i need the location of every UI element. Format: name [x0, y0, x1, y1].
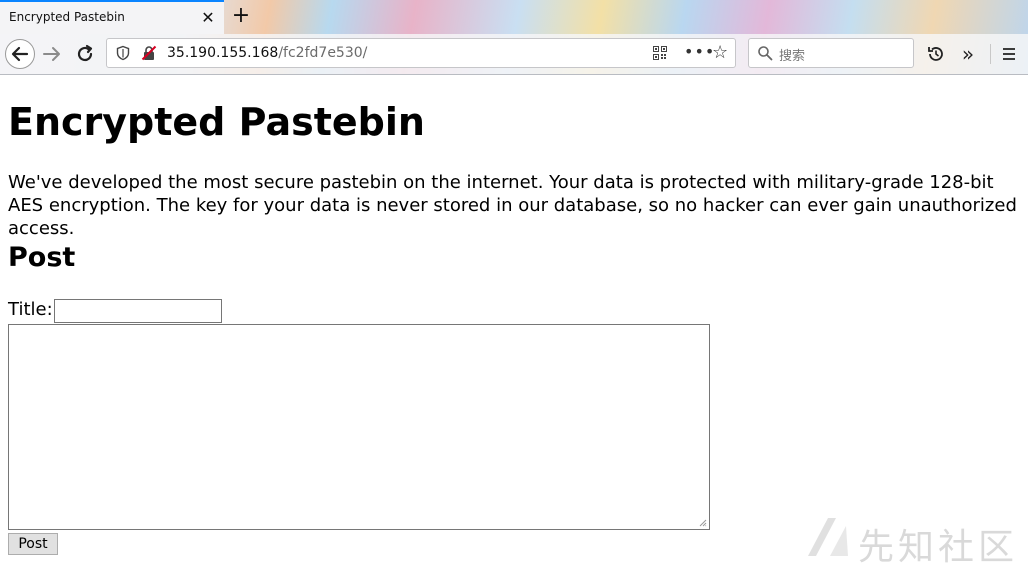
- post-button[interactable]: Post: [8, 533, 58, 555]
- insecure-lock-icon[interactable]: [141, 45, 157, 61]
- resize-grip-icon[interactable]: [699, 519, 707, 527]
- more-icon[interactable]: •••: [684, 42, 715, 61]
- browser-tab[interactable]: Encrypted Pastebin ✕: [0, 0, 224, 34]
- search-placeholder: 搜索: [779, 49, 806, 64]
- close-tab-icon[interactable]: ✕: [198, 8, 218, 28]
- url-path: /fc2fd7e530/: [278, 45, 368, 61]
- overflow-chevron-icon[interactable]: »: [954, 39, 982, 69]
- shield-icon[interactable]: [115, 45, 131, 61]
- back-arrow-icon[interactable]: [5, 39, 35, 69]
- page-title: Encrypted Pastebin: [8, 100, 425, 144]
- content-textarea[interactable]: [8, 324, 710, 530]
- watermark: 先知社区: [806, 514, 1014, 568]
- watermark-logo-icon: [808, 518, 848, 556]
- forward-arrow-icon[interactable]: [37, 39, 67, 69]
- tab-title: Encrypted Pastebin: [9, 10, 125, 24]
- reload-icon[interactable]: [70, 39, 100, 69]
- hamburger-menu-icon[interactable]: [995, 39, 1023, 69]
- title-label: Title:: [8, 298, 53, 320]
- watermark-text: 先知社区: [858, 527, 1019, 568]
- intro-paragraph: We've developed the most secure pastebin…: [8, 172, 1017, 239]
- title-row: Title:: [8, 298, 222, 323]
- post-heading: Post: [8, 242, 76, 273]
- url-text[interactable]: 35.190.155.168/fc2fd7e530/: [167, 45, 367, 61]
- star-icon[interactable]: ☆: [712, 42, 728, 63]
- title-input[interactable]: [54, 299, 222, 323]
- address-bar[interactable]: 35.190.155.168/fc2fd7e530/ ••• ☆: [106, 38, 736, 68]
- qr-code-icon[interactable]: [653, 46, 667, 60]
- browser-chrome: Encrypted Pastebin ✕ + 35.190.155.168/fc…: [0, 0, 1028, 75]
- search-icon: [758, 46, 773, 61]
- url-host: 35.190.155.168: [167, 45, 279, 61]
- navigation-toolbar: 35.190.155.168/fc2fd7e530/ ••• ☆ 搜索 »: [0, 34, 1028, 74]
- toolbar-separator: [990, 44, 991, 64]
- new-tab-icon[interactable]: +: [229, 4, 253, 28]
- search-bar[interactable]: 搜索: [748, 38, 914, 68]
- history-icon[interactable]: [922, 39, 950, 69]
